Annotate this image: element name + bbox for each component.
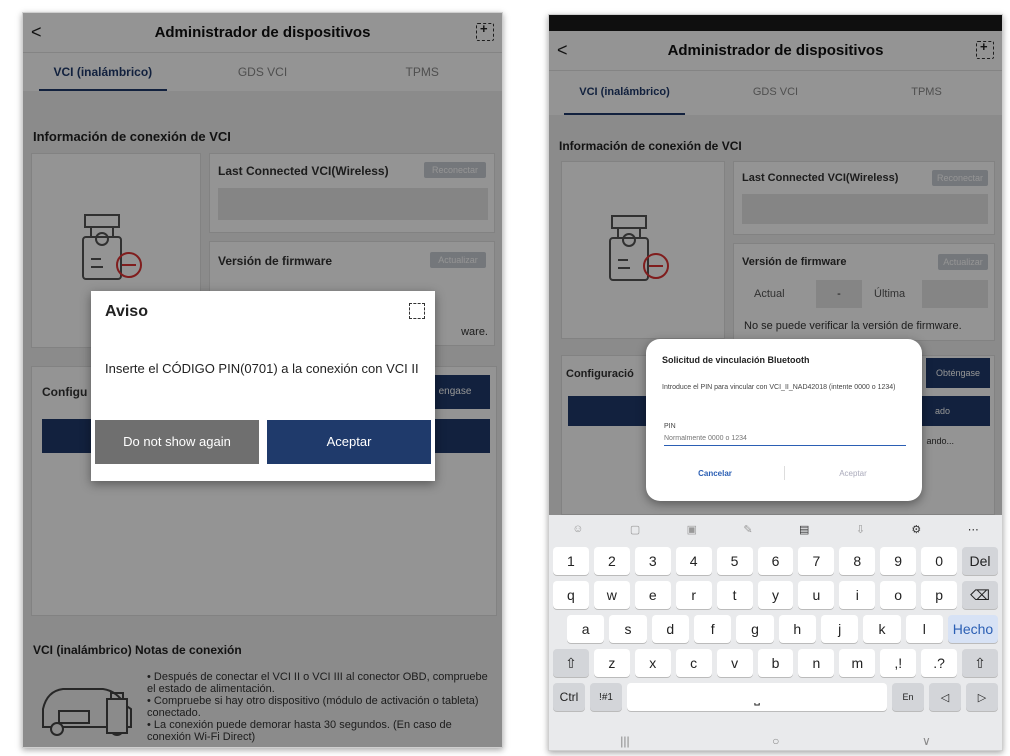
- key-row_z-7[interactable]: m: [839, 649, 876, 677]
- key-row_q-1[interactable]: w: [593, 581, 630, 609]
- keyboard-row-a: a s d f g h j k l Hecho: [567, 615, 998, 643]
- key-row_z-0[interactable]: ⇧: [553, 649, 589, 677]
- cursor-left-key[interactable]: ◁: [929, 683, 961, 711]
- cancel-button[interactable]: Cancelar: [646, 469, 784, 478]
- key-row_a-5[interactable]: h: [778, 615, 816, 643]
- accept-button[interactable]: Aceptar: [784, 469, 922, 478]
- key-row_numbers-5[interactable]: 6: [757, 547, 794, 575]
- key-row_a-9[interactable]: Hecho: [947, 615, 998, 643]
- key-row_q-10[interactable]: ⌫: [962, 581, 998, 609]
- key-row_z-4[interactable]: v: [716, 649, 753, 677]
- dialog-message: Inserte el CÓDIGO PIN(0701) a la conexió…: [105, 361, 419, 376]
- key-row_z-5[interactable]: b: [757, 649, 794, 677]
- key-row_a-4[interactable]: g: [736, 615, 774, 643]
- system-nav-bar: ||| ○ ∨: [549, 730, 1002, 750]
- key-row_a-3[interactable]: f: [693, 615, 732, 643]
- key-row_z-6[interactable]: n: [798, 649, 835, 677]
- key-row_numbers-10[interactable]: Del: [962, 547, 998, 575]
- accept-button[interactable]: Aceptar: [267, 420, 431, 464]
- key-row_numbers-3[interactable]: 4: [675, 547, 712, 575]
- key-row_z-8[interactable]: ,!: [880, 649, 917, 677]
- key-row_q-0[interactable]: q: [553, 581, 589, 609]
- key-row_numbers-7[interactable]: 8: [839, 547, 876, 575]
- keyboard-row-q: q w e r t y u i o p ⌫: [553, 581, 998, 609]
- key-row_q-3[interactable]: r: [675, 581, 712, 609]
- keyboard-row-numbers: 1 2 3 4 5 6 7 8 9 0 Del: [553, 547, 998, 575]
- back-nav-button[interactable]: ∨: [922, 734, 931, 748]
- dialog-fullscreen-icon[interactable]: [409, 303, 425, 319]
- key-row_a-1[interactable]: s: [609, 615, 647, 643]
- keyboard-toolbar: ☺ ▢ ▣ ✎ ▤ ⇩ ⚙ ⋯: [549, 515, 1002, 543]
- key-row_z-3[interactable]: c: [675, 649, 712, 677]
- emoji-icon[interactable]: ☺: [572, 523, 583, 535]
- ctrl-key[interactable]: Ctrl: [553, 683, 585, 711]
- space-key[interactable]: ⎵: [627, 683, 887, 711]
- key-row_a-6[interactable]: j: [820, 615, 859, 643]
- key-row_a-0[interactable]: a: [567, 615, 605, 643]
- notice-dialog: Aviso Inserte el CÓDIGO PIN(0701) a la c…: [91, 291, 435, 481]
- do-not-show-button[interactable]: Do not show again: [95, 420, 259, 464]
- left-screenshot: < Administrador de dispositivos VCI (ina…: [22, 12, 503, 748]
- key-row_numbers-1[interactable]: 2: [593, 547, 630, 575]
- key-row_numbers-8[interactable]: 9: [880, 547, 917, 575]
- key-row_numbers-4[interactable]: 5: [716, 547, 753, 575]
- key-row_a-2[interactable]: d: [651, 615, 689, 643]
- more-icon[interactable]: ⋯: [968, 523, 979, 536]
- key-row_q-8[interactable]: o: [880, 581, 917, 609]
- dialog-message: Introduce el PIN para vincular con VCI_I…: [662, 384, 896, 391]
- bluetooth-pairing-dialog: Solicitud de vinculación Bluetooth Intro…: [646, 339, 922, 501]
- keyboard-row-bottom: Ctrl !#1 ⎵ En ◁ ▷: [553, 683, 998, 711]
- right-screenshot: < Administrador de dispositivos VCI (ina…: [548, 14, 1003, 751]
- home-button[interactable]: ○: [772, 734, 779, 748]
- key-row_z-10[interactable]: ⇧: [962, 649, 998, 677]
- key-row_a-8[interactable]: l: [905, 615, 943, 643]
- keyboard-row-z: ⇧ z x c v b n m,!.? ⇧: [553, 649, 998, 677]
- recent-apps-button[interactable]: |||: [620, 734, 629, 748]
- key-row_q-2[interactable]: e: [634, 581, 671, 609]
- cursor-right-key[interactable]: ▷: [966, 683, 998, 711]
- key-row_q-9[interactable]: p: [921, 581, 958, 609]
- settings-icon[interactable]: ⚙: [911, 523, 921, 536]
- symbols-key[interactable]: !#1: [590, 683, 622, 711]
- keyboard: ☺ ▢ ▣ ✎ ▤ ⇩ ⚙ ⋯ 1 2 3 4 5 6 7 8 9 0 Del qwertyuiop…: [549, 515, 1002, 730]
- pin-input[interactable]: [664, 432, 906, 446]
- dialog-title: Solicitud de vinculación Bluetooth: [662, 355, 810, 365]
- gif-icon[interactable]: ▣: [687, 523, 697, 536]
- handwriting-icon[interactable]: ✎: [743, 523, 752, 536]
- key-row_numbers-2[interactable]: 3: [634, 547, 671, 575]
- key-row_a-7[interactable]: k: [863, 615, 901, 643]
- clipboard-icon[interactable]: ▤: [799, 523, 809, 536]
- key-row_q-4[interactable]: t: [716, 581, 753, 609]
- key-row_z-2[interactable]: x: [634, 649, 671, 677]
- dialog-title: Aviso: [105, 303, 148, 320]
- language-key[interactable]: En: [892, 683, 924, 711]
- key-row_q-6[interactable]: u: [798, 581, 835, 609]
- sticker-icon[interactable]: ▢: [630, 523, 640, 536]
- pin-label: PIN: [664, 423, 676, 430]
- key-row_numbers-9[interactable]: 0: [921, 547, 958, 575]
- key-row_z-9[interactable]: .?: [921, 649, 958, 677]
- key-row_z-1[interactable]: z: [593, 649, 630, 677]
- key-row_numbers-6[interactable]: 7: [798, 547, 835, 575]
- key-row_numbers-0[interactable]: 1: [553, 547, 589, 575]
- key-row_q-7[interactable]: i: [839, 581, 876, 609]
- key-row_q-5[interactable]: y: [757, 581, 794, 609]
- mic-icon[interactable]: ⇩: [856, 523, 865, 536]
